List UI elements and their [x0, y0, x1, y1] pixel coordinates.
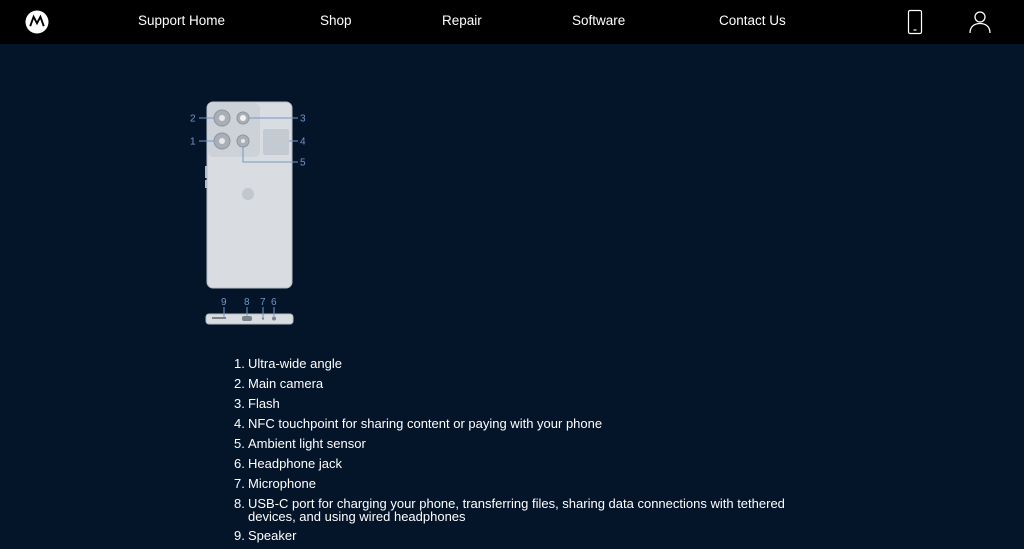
- side-button: [205, 180, 207, 188]
- list-item: 5. Ambient light sensor: [234, 437, 793, 451]
- list-item-text: Speaker: [248, 528, 297, 543]
- callout-9: 9: [221, 297, 227, 308]
- list-item: 7. Microphone: [234, 477, 793, 491]
- list-item-number: 5.: [234, 436, 245, 451]
- smartphone-icon[interactable]: [904, 9, 926, 35]
- list-item-text: Flash: [248, 396, 280, 411]
- list-item-text: Ultra-wide angle: [248, 356, 342, 371]
- side-button: [205, 166, 207, 178]
- motorola-logo-icon[interactable]: [25, 10, 49, 34]
- phone-hardware-diagram: 2 1 3 4 5 9 8 7 6: [190, 101, 306, 325]
- list-item: 3. Flash: [234, 397, 793, 411]
- callout-7: 7: [260, 297, 266, 308]
- callout-8: 8: [244, 297, 250, 308]
- list-item-number: 6.: [234, 456, 245, 471]
- list-item-text: NFC touchpoint for sharing content or pa…: [248, 416, 603, 431]
- list-item-number: 3.: [234, 396, 245, 411]
- list-item-text: Main camera: [248, 376, 324, 391]
- nav-shop[interactable]: Shop: [320, 13, 352, 28]
- list-item-number: 8.: [234, 496, 245, 511]
- list-item-number: 7.: [234, 476, 245, 491]
- list-item: 2. Main camera: [234, 377, 793, 391]
- list-item: 1. Ultra-wide angle: [234, 357, 793, 371]
- list-item-number: 1.: [234, 356, 245, 371]
- hardware-spec-list: 1. Ultra-wide angle 2. Main camera 3. Fl…: [234, 357, 793, 549]
- callout-1: 1: [190, 137, 196, 148]
- list-item-text: Ambient light sensor: [248, 436, 366, 451]
- list-item: 6. Headphone jack: [234, 457, 793, 471]
- callout-2: 2: [190, 114, 196, 125]
- list-item: 8. USB-C port for charging your phone, t…: [234, 496, 793, 524]
- list-item-number: 9.: [234, 528, 245, 543]
- nav-software[interactable]: Software: [572, 13, 625, 28]
- back-logo: [242, 188, 254, 200]
- list-item-number: 4.: [234, 416, 245, 431]
- callout-5: 5: [300, 158, 306, 169]
- nfc-touchpoint: [263, 129, 289, 155]
- list-item: 4. NFC touchpoint for sharing content or…: [234, 417, 793, 431]
- list-item: 9. Speaker: [234, 529, 793, 543]
- callout-4: 4: [300, 137, 306, 148]
- camera-island: [208, 103, 260, 157]
- top-navigation-bar: Support Home Shop Repair Software Contac…: [0, 0, 1024, 44]
- list-item-text: USB-C port for charging your phone, tran…: [248, 496, 785, 524]
- nav-contact-us[interactable]: Contact Us: [719, 13, 786, 28]
- list-item-text: Headphone jack: [248, 456, 342, 471]
- callout-6: 6: [271, 297, 277, 308]
- callout-3: 3: [300, 114, 306, 125]
- list-item-number: 2.: [234, 376, 245, 391]
- nav-repair[interactable]: Repair: [442, 13, 482, 28]
- main-content: 2 1 3 4 5 9 8 7 6 1. Ultra-wide angle 2.…: [0, 44, 1024, 543]
- nav-support-home[interactable]: Support Home: [138, 13, 225, 28]
- user-icon[interactable]: [967, 9, 993, 35]
- list-item-text: Microphone: [248, 476, 316, 491]
